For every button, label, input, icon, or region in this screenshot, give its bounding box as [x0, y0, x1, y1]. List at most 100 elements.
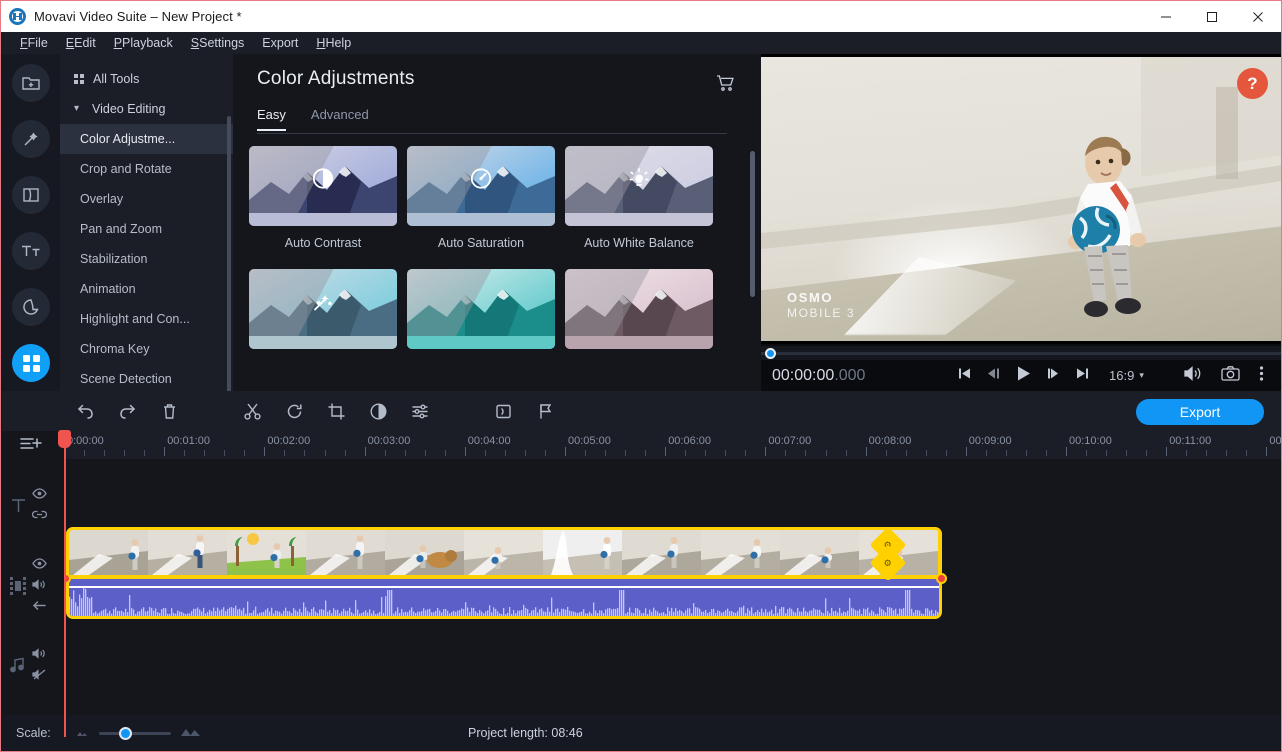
add-track-icon[interactable] [20, 434, 42, 459]
playhead-handle[interactable] [58, 430, 71, 448]
tool-item-color-adjustments[interactable]: Color Adjustme... [60, 124, 233, 154]
audio-track-header[interactable] [4, 646, 47, 685]
scale-slider[interactable] [74, 724, 202, 742]
camera-icon[interactable] [1221, 365, 1240, 387]
panel-scrollbar[interactable] [750, 151, 755, 297]
tool-item-pan-and-zoom[interactable]: Pan and Zoom [60, 214, 233, 244]
preview-scrubber[interactable] [761, 346, 1282, 360]
menu-export[interactable]: Export [253, 34, 307, 52]
video-clip[interactable]: ⚙ ⚙ [66, 527, 942, 619]
mute-icon[interactable] [32, 667, 47, 685]
color-adjust-icon[interactable] [357, 391, 399, 431]
mountain-small-icon[interactable] [74, 724, 90, 742]
crop-icon[interactable] [315, 391, 357, 431]
tool-icon-rail [2, 54, 60, 391]
menu-settings[interactable]: SSettings [182, 34, 254, 52]
redo-icon[interactable] [106, 391, 148, 431]
properties-icon[interactable] [399, 391, 441, 431]
transitions-icon[interactable] [12, 176, 50, 214]
preview-video-area[interactable]: OSMO MOBILE 3 ? [761, 54, 1282, 344]
menu-file[interactable]: FFile [11, 34, 57, 52]
rotate-icon[interactable] [273, 391, 315, 431]
filter-card[interactable]: Auto White Balance [565, 146, 713, 269]
delete-icon[interactable] [148, 391, 190, 431]
ruler-label: 00:06:00 [668, 435, 711, 447]
link-icon[interactable] [32, 507, 47, 525]
mountain-large-icon[interactable] [180, 724, 202, 742]
ruler-tick [1046, 450, 1047, 456]
menu-help[interactable]: HHelp [307, 34, 360, 52]
eye-icon[interactable] [32, 486, 47, 504]
minimize-icon[interactable] [1143, 1, 1189, 32]
scrubber-handle[interactable] [765, 348, 776, 359]
clip-end-handle[interactable] [936, 573, 947, 584]
marker-flag-icon[interactable] [524, 391, 566, 431]
ruler-tick [846, 450, 847, 456]
skip-to-end-icon[interactable] [1075, 366, 1090, 386]
tool-list-scrollbar[interactable] [227, 116, 231, 391]
tool-item-chroma-key[interactable]: Chroma Key [60, 334, 233, 364]
ruler-tick [525, 450, 526, 456]
menu-playback[interactable]: PPlayback [105, 34, 182, 52]
video-track-header[interactable] [4, 556, 47, 616]
timeline-ruler[interactable]: 0:00:0000:01:0000:02:0000:03:0000:04:000… [64, 431, 1282, 459]
ruler-tick [926, 450, 927, 456]
ruler-tick [765, 447, 766, 456]
filter-card[interactable]: Auto Contrast [249, 146, 397, 269]
filter-card[interactable] [565, 269, 713, 392]
tool-item-overlay[interactable]: Overlay [60, 184, 233, 214]
filter-card[interactable] [249, 269, 397, 392]
titles-icon[interactable] [12, 232, 50, 270]
eye-icon[interactable] [32, 556, 47, 574]
more-tools-grid-icon[interactable] [12, 344, 50, 382]
ruler-tick [866, 447, 867, 456]
ruler-tick [405, 450, 406, 456]
next-frame-icon[interactable] [1046, 366, 1061, 386]
timeline-tracks[interactable]: ⚙ ⚙ [64, 459, 1282, 737]
maximize-icon[interactable] [1189, 1, 1235, 32]
ruler-label: 00:03:00 [368, 435, 411, 447]
filters-magic-wand-icon[interactable] [12, 120, 50, 158]
tab-easy[interactable]: Easy [257, 107, 286, 131]
cut-scissors-icon[interactable] [231, 391, 273, 431]
filter-label: Auto Contrast [249, 236, 397, 254]
tool-item-highlight-and-conceal[interactable]: Highlight and Con... [60, 304, 233, 334]
tab-advanced[interactable]: Advanced [311, 107, 369, 131]
video-editing-group[interactable]: ▾ Video Editing [60, 94, 233, 124]
clip-thumbnail [701, 530, 780, 575]
clip-properties-icon[interactable] [482, 391, 524, 431]
menu-edit[interactable]: EEdit [57, 34, 105, 52]
arrow-left-icon[interactable] [32, 598, 47, 616]
filter-card[interactable]: Auto Saturation [407, 146, 555, 269]
tool-item-stabilization[interactable]: Stabilization [60, 244, 233, 274]
scale-track[interactable] [99, 732, 171, 735]
more-vertical-icon[interactable] [1259, 365, 1264, 387]
aspect-ratio-select[interactable]: 16:9 ▾ [1109, 368, 1144, 383]
scale-knob[interactable] [119, 727, 132, 740]
close-icon[interactable] [1235, 1, 1281, 32]
scrubber-track [761, 352, 1282, 355]
skip-to-start-icon[interactable] [957, 366, 972, 386]
tool-item-animation[interactable]: Animation [60, 274, 233, 304]
cart-icon[interactable] [716, 74, 735, 97]
undo-icon[interactable] [64, 391, 106, 431]
tool-item-crop-and-rotate[interactable]: Crop and Rotate [60, 154, 233, 184]
import-icon[interactable] [12, 64, 50, 102]
all-tools-row[interactable]: All Tools [60, 64, 233, 94]
volume-icon[interactable] [1183, 365, 1202, 387]
ruler-tick [1026, 450, 1027, 456]
export-button[interactable]: Export [1136, 399, 1264, 425]
help-button[interactable]: ? [1237, 68, 1268, 99]
contrast-icon [312, 168, 334, 195]
play-icon[interactable] [1015, 365, 1032, 387]
audio-track-icon [4, 657, 32, 674]
filter-card[interactable] [407, 269, 555, 392]
speaker-icon[interactable] [32, 646, 47, 664]
prev-frame-icon[interactable] [986, 366, 1001, 386]
title-track-header[interactable] [4, 486, 47, 525]
stickers-icon[interactable] [12, 288, 50, 326]
playhead[interactable] [64, 431, 66, 737]
speaker-icon[interactable] [32, 577, 47, 595]
tool-item-scene-detection[interactable]: Scene Detection [60, 364, 233, 391]
ruler-tick [184, 450, 185, 456]
